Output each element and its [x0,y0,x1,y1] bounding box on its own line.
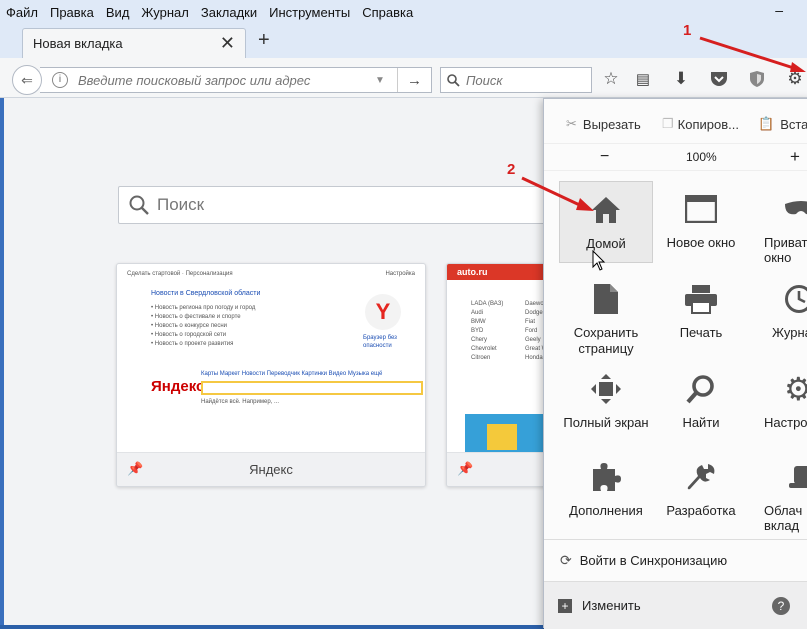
annotation-label-2: 2 [507,161,515,178]
browser-window: Файл Правка Вид Журнал Закладки Инструме… [0,0,807,625]
annotation-label-1: 1 [683,22,691,39]
annotation-arrows [0,0,807,625]
